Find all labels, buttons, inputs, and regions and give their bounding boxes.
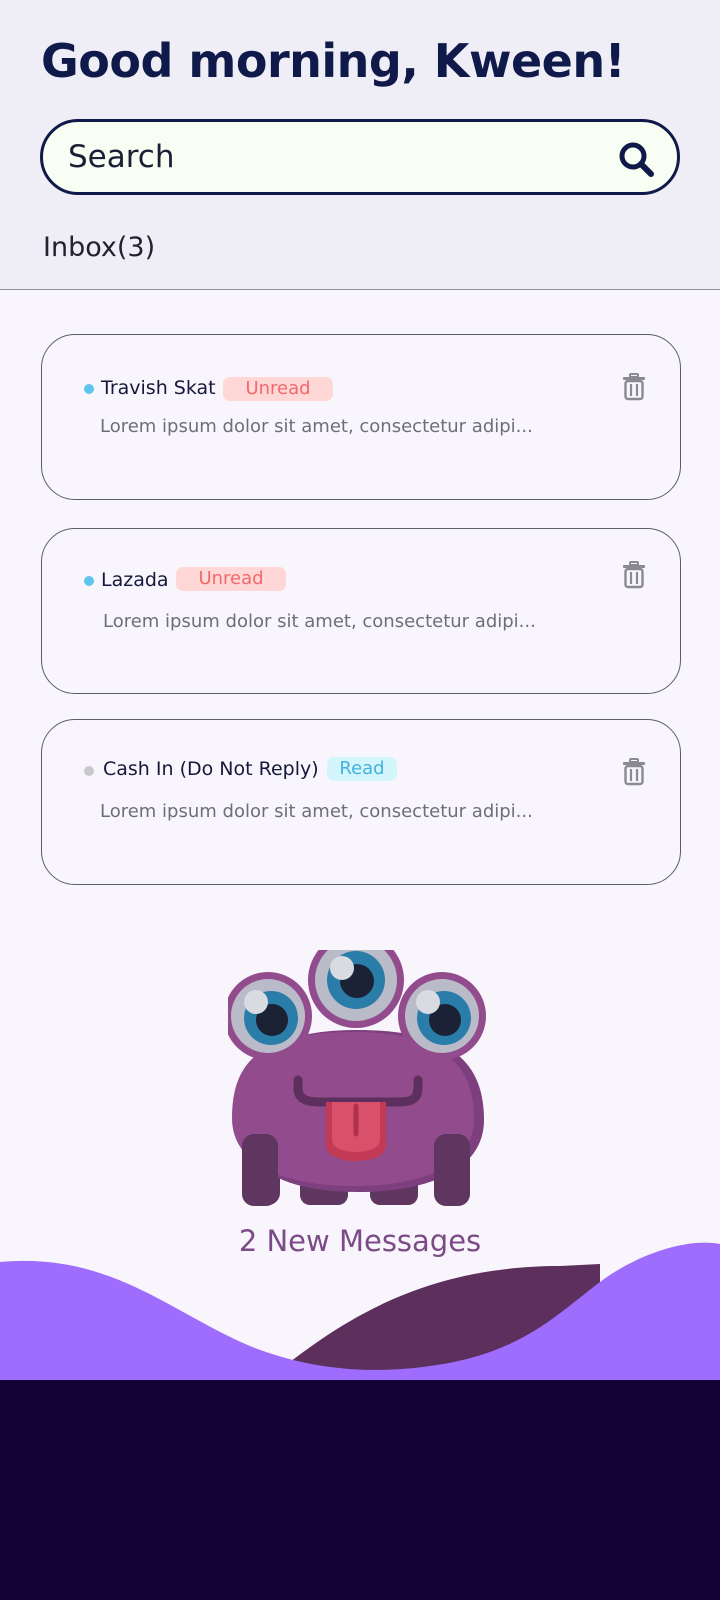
wave-decoration: [0, 1242, 720, 1382]
message-preview: Lorem ipsum dolor sit amet, consectetur …: [100, 801, 533, 822]
unread-dot: [84, 384, 94, 394]
search-icon[interactable]: [617, 140, 657, 180]
header: Good morning, Kween! Inbox(3): [0, 0, 720, 290]
message-sender: Travish Skat: [101, 377, 216, 399]
message-sender: Lazada: [101, 569, 169, 591]
message-card[interactable]: Travish Skat Unread Lorem ipsum dolor si…: [41, 334, 681, 500]
greeting-title: Good morning, Kween!: [41, 34, 626, 88]
message-card[interactable]: Cash In (Do Not Reply) Read Lorem ipsum …: [41, 719, 681, 885]
trash-icon[interactable]: [622, 561, 646, 589]
read-dot: [84, 766, 94, 776]
search-input[interactable]: [68, 134, 588, 180]
unread-dot: [84, 576, 94, 586]
message-sender: Cash In (Do Not Reply): [103, 758, 319, 780]
status-badge: Unread: [176, 567, 286, 591]
footer-bar: [0, 1380, 720, 1600]
inbox-label: Inbox(3): [43, 232, 156, 263]
trash-icon[interactable]: [622, 373, 646, 401]
message-preview: Lorem ipsum dolor sit amet, consectetur …: [103, 611, 536, 632]
status-badge: Unread: [223, 377, 333, 401]
trash-icon[interactable]: [622, 758, 646, 786]
status-badge: Read: [327, 757, 397, 781]
search-bar[interactable]: [40, 119, 680, 195]
message-card[interactable]: Lazada Unread Lorem ipsum dolor sit amet…: [41, 528, 681, 694]
monster-illustration: [228, 950, 486, 1206]
message-preview: Lorem ipsum dolor sit amet, consectetur …: [100, 416, 533, 437]
